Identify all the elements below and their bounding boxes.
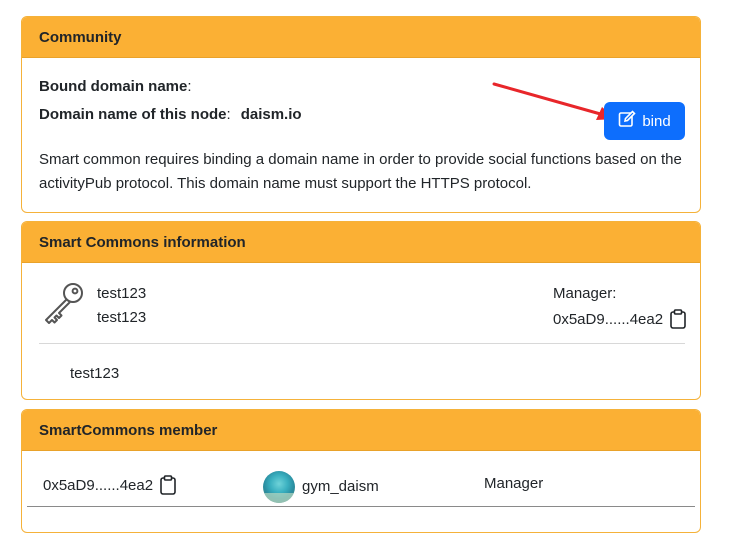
info-header: Smart Commons information: [22, 222, 700, 263]
clipboard-icon[interactable]: [159, 475, 177, 495]
community-description: Smart common requires binding a domain n…: [39, 151, 682, 192]
info-name-line2: test123: [97, 309, 147, 326]
key-icon: [40, 279, 88, 327]
bound-domain-line: Bound domain name:: [39, 78, 192, 95]
bound-domain-label: Bound domain name: [39, 78, 188, 95]
manager-address: 0x5aD9......4ea2: [553, 310, 664, 328]
manager-label: Manager:: [553, 285, 617, 302]
manager-address-row: 0x5aD9......4ea2: [553, 309, 687, 329]
info-description: test123: [70, 365, 120, 382]
bound-domain-colon: :: [187, 78, 192, 95]
community-body: Bound domain name: Domain name of this n…: [22, 58, 700, 212]
bind-button[interactable]: bind: [604, 102, 685, 140]
info-body: test123 test123 Manager: 0x5aD9......4ea…: [22, 263, 700, 399]
member-role: Manager: [484, 475, 544, 492]
member-header: SmartCommons member: [22, 410, 700, 451]
member-name: gym_daism: [302, 478, 379, 495]
clipboard-icon[interactable]: [669, 309, 687, 329]
edit-icon: [618, 110, 636, 132]
bind-button-label: bind: [642, 112, 671, 130]
member-body: 0x5aD9......4ea2 gym_daism Manager: [22, 451, 700, 532]
info-name-line1: test123: [97, 285, 147, 302]
info-divider: [39, 343, 685, 344]
smart-commons-info-card: Smart Commons information test123 test12…: [21, 221, 701, 400]
community-card: Community Bound domain name: Domain name…: [21, 16, 701, 213]
smart-commons-member-card: SmartCommons member 0x5aD9......4ea2 gym…: [21, 409, 701, 533]
node-domain-colon: :: [226, 106, 231, 123]
member-address-row: 0x5aD9......4ea2: [43, 475, 177, 495]
node-domain-label: Domain name of this node: [39, 106, 227, 123]
node-domain-line: Domain name of this node: daism.io: [39, 106, 302, 123]
member-divider: [27, 506, 695, 507]
red-arrow-annotation: [492, 82, 616, 120]
node-domain-value: daism.io: [240, 106, 302, 123]
member-address: 0x5aD9......4ea2: [43, 476, 154, 494]
avatar: [263, 471, 295, 503]
community-header: Community: [22, 17, 700, 58]
